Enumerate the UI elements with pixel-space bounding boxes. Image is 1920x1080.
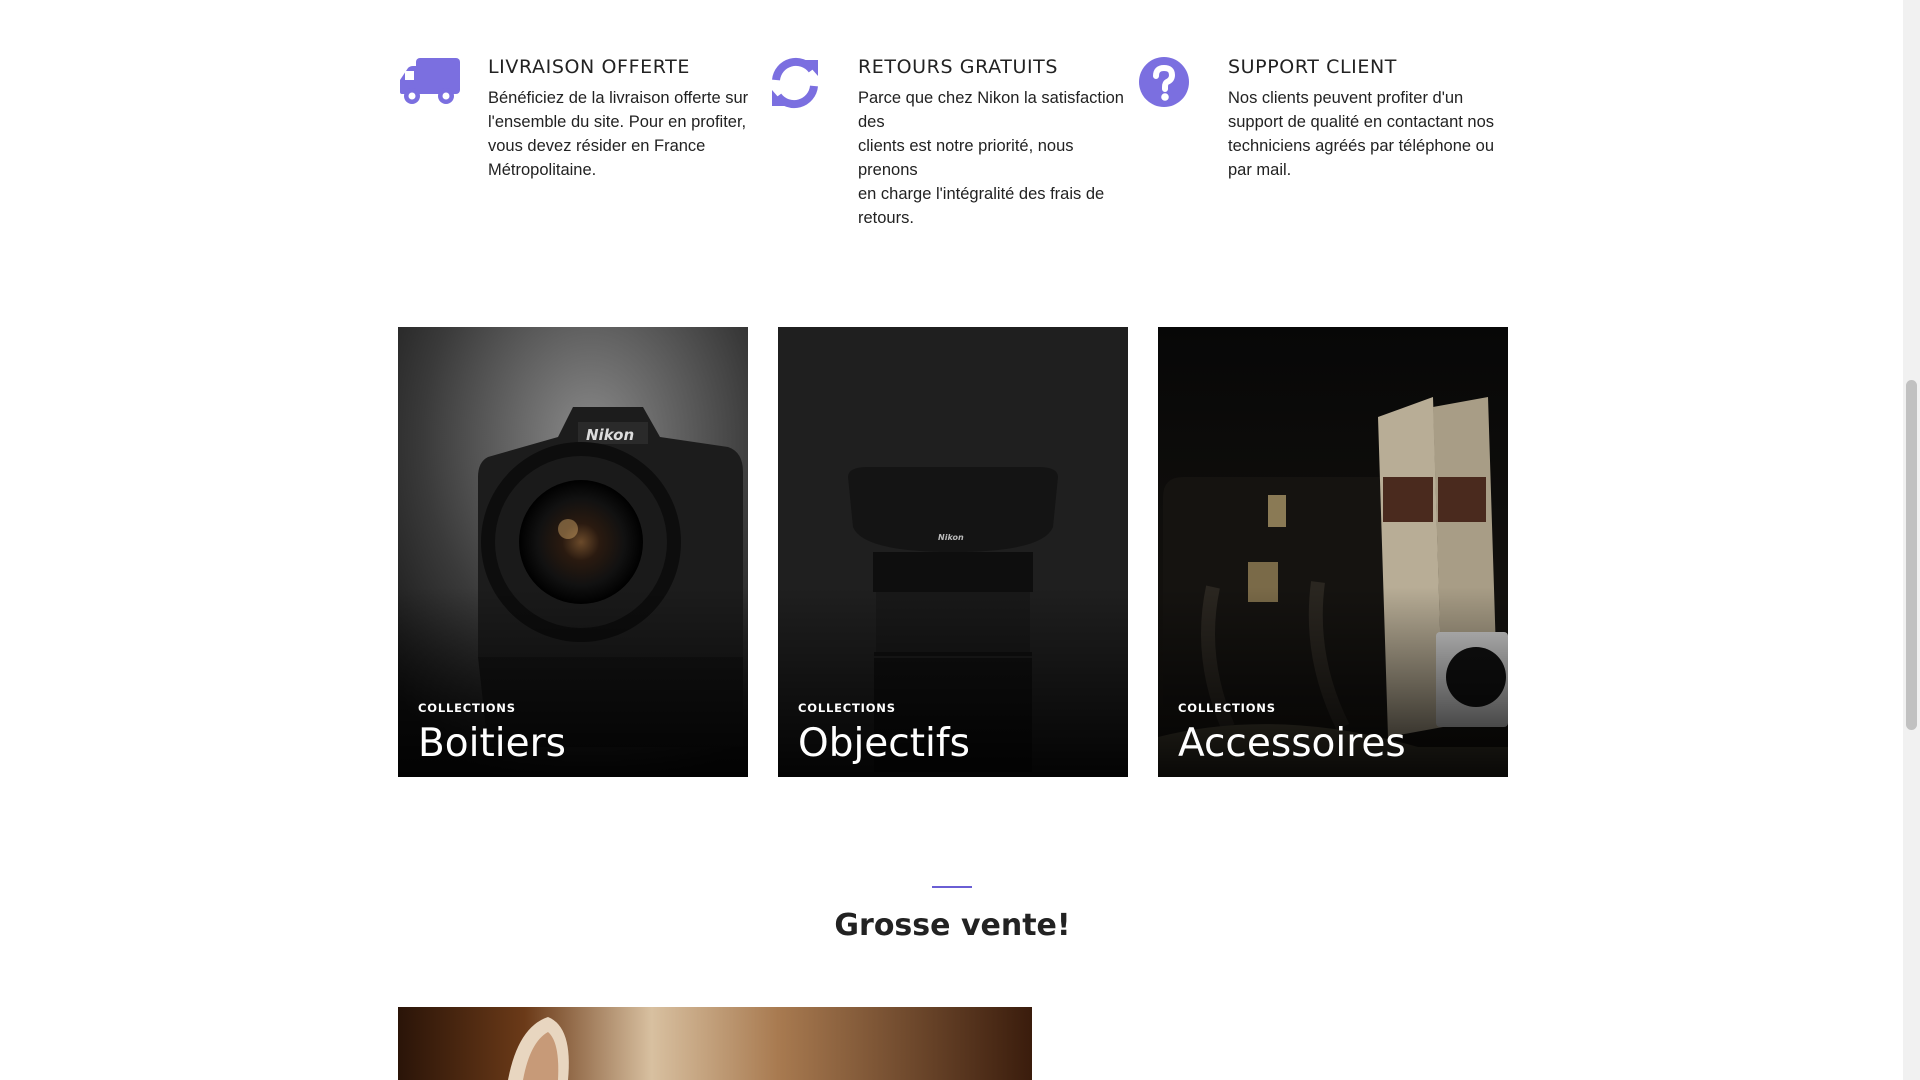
collection-card-boitiers[interactable]: Nikon COLLECTIONS Boitiers xyxy=(398,327,748,777)
features-section: LIVRAISON OFFERTE Bénéficiez de la livra… xyxy=(398,54,1508,230)
collection-title: Boitiers xyxy=(418,721,566,766)
svg-text:Nikon: Nikon xyxy=(586,426,634,444)
feature-title: LIVRAISON OFFERTE xyxy=(488,56,690,78)
feature-description: Nos clients peuvent profiter d'un suppor… xyxy=(1228,89,1495,179)
page-scrollbar[interactable] xyxy=(1903,0,1920,1080)
feature-title: RETOURS GRATUITS xyxy=(858,56,1059,78)
collection-card-accessoires[interactable]: COLLECTIONS Accessoires xyxy=(1158,327,1508,777)
collection-title: Objectifs xyxy=(798,721,970,766)
truck-icon xyxy=(398,54,488,230)
collection-card-objectifs[interactable]: Nikon COLLECTIONS Objectifs xyxy=(778,327,1128,777)
section-divider xyxy=(932,886,972,888)
scrollbar-thumb[interactable] xyxy=(1906,380,1917,730)
collection-title: Accessoires xyxy=(1178,721,1406,766)
collection-eyebrow: COLLECTIONS xyxy=(418,701,516,715)
sale-banner-image[interactable] xyxy=(398,1007,1032,1080)
feature-description: Parce que chez Nikon la satisfaction des… xyxy=(858,89,1124,227)
feature-customer-support: SUPPORT CLIENT Nos clients peuvent profi… xyxy=(1138,54,1508,230)
refresh-icon xyxy=(768,54,858,230)
collections-grid: Nikon COLLECTIONS Boitiers Nikon COLLECT… xyxy=(398,327,1508,777)
feature-title: SUPPORT CLIENT xyxy=(1228,56,1397,78)
feature-free-returns: RETOURS GRATUITS Parce que chez Nikon la… xyxy=(768,54,1138,230)
feature-description: Bénéficiez de la livraison offerte sur l… xyxy=(488,89,749,179)
question-circle-icon xyxy=(1138,54,1228,230)
svg-text:Nikon: Nikon xyxy=(938,533,964,542)
collection-eyebrow: COLLECTIONS xyxy=(798,701,896,715)
feature-free-shipping: LIVRAISON OFFERTE Bénéficiez de la livra… xyxy=(398,54,768,230)
collection-eyebrow: COLLECTIONS xyxy=(1178,701,1276,715)
sale-section-title: Grosse vente! xyxy=(834,908,1071,943)
